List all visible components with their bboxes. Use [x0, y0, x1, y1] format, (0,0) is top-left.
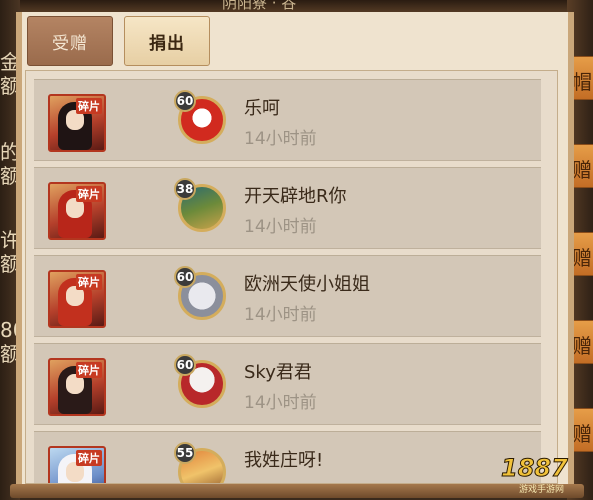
shikigami-fragment-card[interactable]: 碎片 [48, 446, 106, 483]
player-avatar[interactable]: 38 [174, 178, 228, 236]
tab-donate[interactable]: 捐出 [124, 16, 210, 66]
player-avatar[interactable]: 60 [174, 354, 228, 412]
level-badge: 60 [174, 90, 196, 112]
level-badge: 55 [174, 442, 196, 464]
player-name: Sky君君 [244, 362, 312, 383]
timestamp: 14小时前 [244, 129, 317, 149]
fragment-badge: 碎片 [76, 274, 102, 290]
list-item: 碎片 55 我姓庄呀! [34, 431, 541, 483]
player-name: 乐呵 [244, 98, 280, 119]
timestamp: 14小时前 [244, 217, 317, 237]
shikigami-fragment-card[interactable]: 碎片 [48, 182, 106, 240]
timestamp: 14小时前 [244, 393, 317, 413]
list-item: 碎片 38 开天辟地R你 14小时前 [34, 167, 541, 249]
list-item: 碎片 60 欧洲天使小姐姐 14小时前 [34, 255, 541, 337]
donation-record-list[interactable]: 碎片 60 乐呵 14小时前 碎片 38 开天辟地R你 14小时前 碎片 60 [25, 70, 558, 484]
watermark-site: 游戏手游网 [519, 485, 565, 495]
shikigami-fragment-card[interactable]: 碎片 [48, 358, 106, 416]
fragment-badge: 碎片 [76, 362, 102, 378]
shikigami-fragment-card[interactable]: 碎片 [48, 270, 106, 328]
list-item: 碎片 60 Sky君君 14小时前 [34, 343, 541, 425]
level-badge: 60 [174, 266, 196, 288]
player-avatar[interactable]: 60 [174, 90, 228, 148]
tab-receive[interactable]: 受赠 [27, 16, 113, 66]
player-avatar[interactable]: 55 [174, 442, 228, 483]
level-badge: 60 [174, 354, 196, 376]
timestamp: 14小时前 [244, 305, 317, 325]
fragment-badge: 碎片 [76, 98, 102, 114]
site-watermark-logo: 1887 游戏手游网 [491, 450, 587, 498]
player-name: 开天辟地R你 [244, 186, 347, 207]
list-item: 碎片 60 乐呵 14小时前 [34, 79, 541, 161]
player-avatar[interactable]: 60 [174, 266, 228, 324]
player-name: 我姓庄呀! [244, 450, 324, 471]
shikigami-fragment-card[interactable]: 碎片 [48, 94, 106, 152]
player-name: 欧洲天使小姐姐 [244, 274, 370, 295]
level-badge: 38 [174, 178, 196, 200]
fragment-badge: 碎片 [76, 450, 102, 466]
watermark-number: 1887 [501, 454, 569, 483]
fragment-badge: 碎片 [76, 186, 102, 202]
